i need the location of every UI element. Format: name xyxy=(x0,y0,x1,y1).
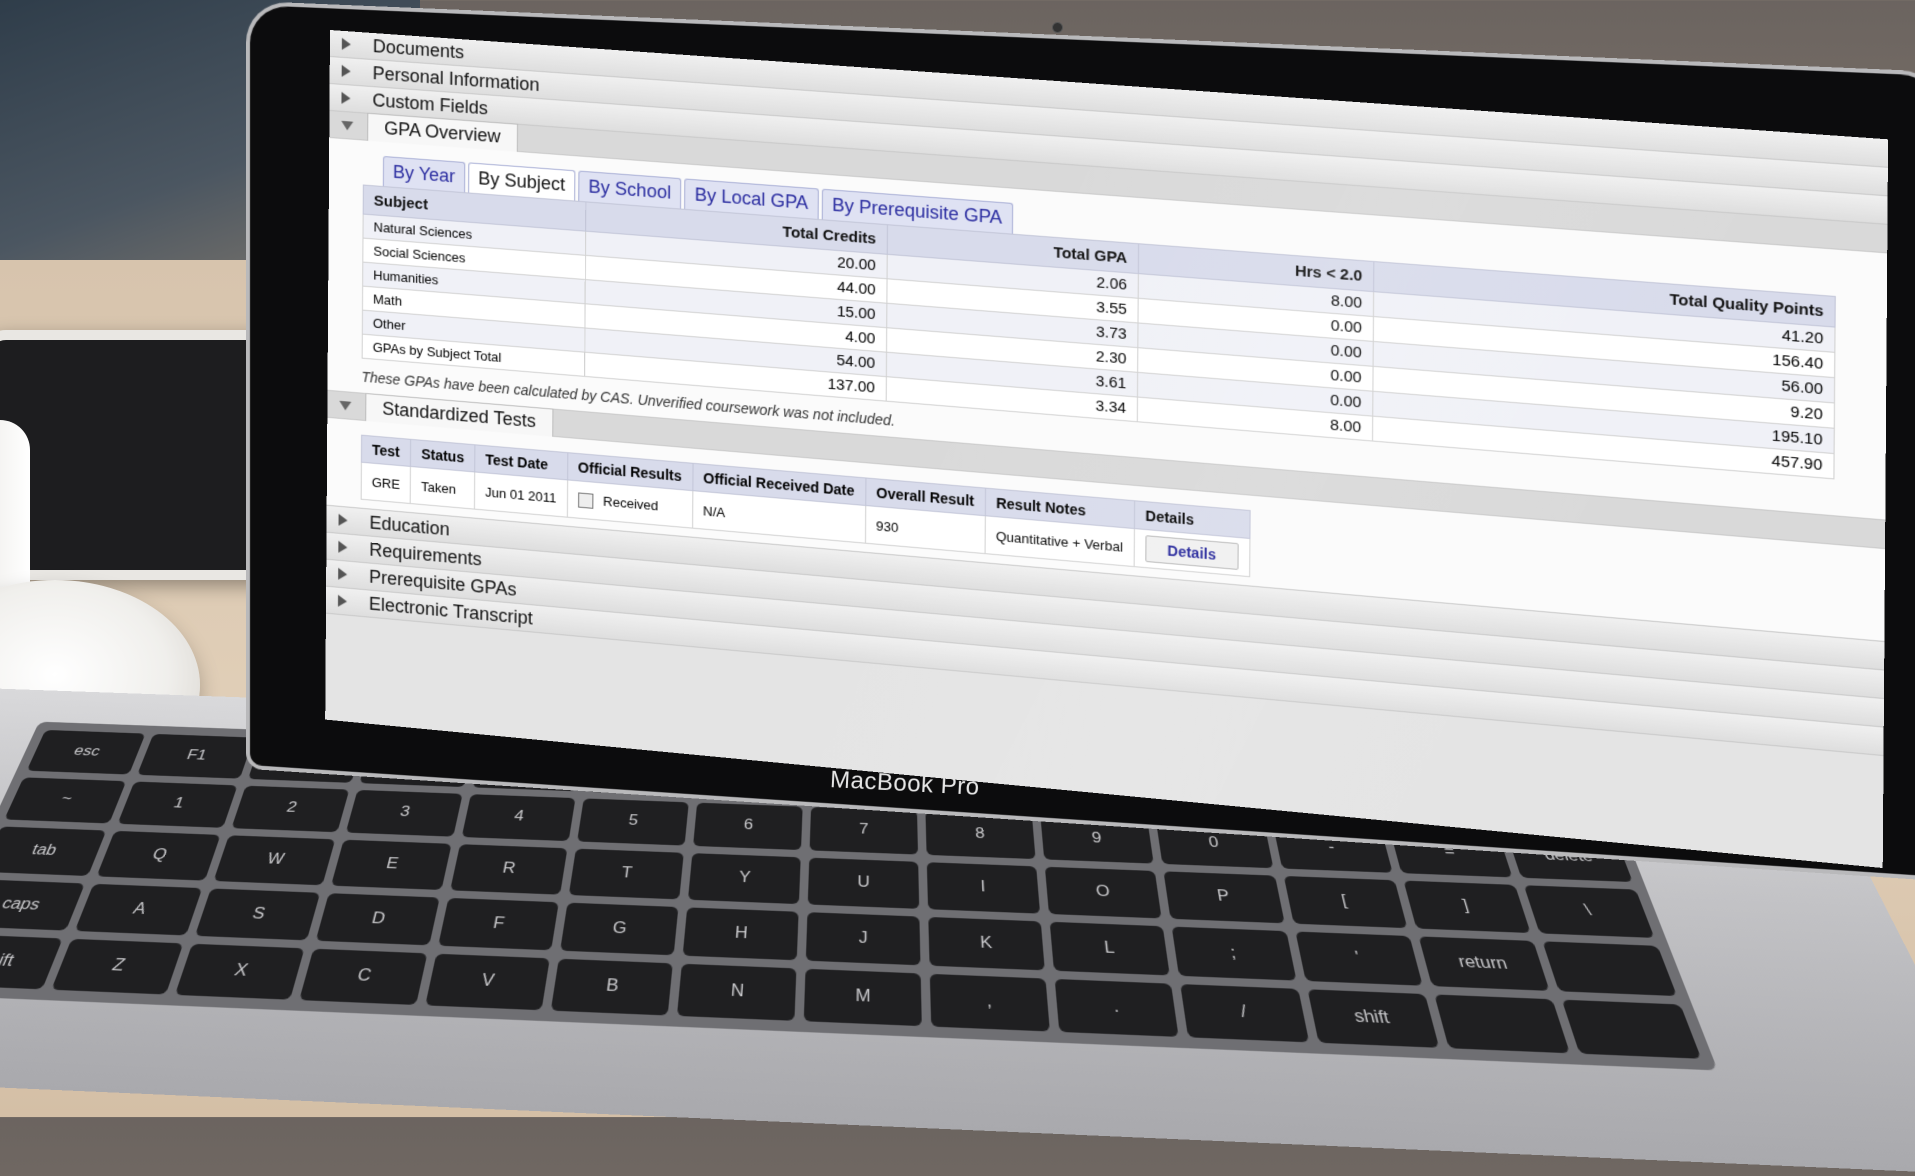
keyboard-key: Q xyxy=(96,831,221,881)
keyboard-key: shift xyxy=(1307,989,1439,1048)
keyboard-key: F xyxy=(437,897,559,951)
keyboard-key: P xyxy=(1163,871,1285,924)
keyboard-key: , xyxy=(929,974,1051,1032)
keyboard-key: caps xyxy=(0,878,86,931)
keyboard-key: tab xyxy=(0,826,107,876)
keyboard-key: H xyxy=(682,907,799,961)
keyboard-key: S xyxy=(195,888,321,941)
keyboard-key: esc xyxy=(26,729,146,775)
expand-caret-icon[interactable] xyxy=(338,513,348,527)
keyboard-key: 3 xyxy=(346,789,463,837)
keyboard-key: Z xyxy=(51,939,184,995)
expand-caret-icon[interactable] xyxy=(338,567,348,581)
expand-caret-icon[interactable] xyxy=(337,594,348,608)
keyboard-key: F1 xyxy=(137,733,255,779)
keyboard-key: ~ xyxy=(4,777,127,824)
keyboard-key: shift xyxy=(0,934,63,990)
application-window: Documents Personal Information Custom Fiel… xyxy=(325,30,1889,757)
camera-icon xyxy=(1052,22,1063,33)
keyboard-key: Y xyxy=(687,853,801,904)
keyboard-key: 8 xyxy=(925,810,1036,860)
keyboard-key: K xyxy=(928,916,1046,971)
keyboard-key: 1 xyxy=(117,781,238,829)
keyboard-key: [ xyxy=(1283,876,1408,928)
expand-caret-icon[interactable] xyxy=(341,91,351,105)
keyboard-key xyxy=(1542,941,1678,997)
keyboard-key: J xyxy=(805,911,921,966)
keyboard-key: ] xyxy=(1403,880,1531,933)
keyboard-key: X xyxy=(175,944,305,1000)
keyboard-key: V xyxy=(424,954,550,1011)
expand-caret-icon[interactable] xyxy=(338,540,348,554)
details-button[interactable]: Details xyxy=(1145,535,1239,570)
keyboard-key: 5 xyxy=(576,798,689,846)
table-cell: Jun 01 2011 xyxy=(474,471,568,518)
column-header: Test xyxy=(361,435,411,467)
keyboard-key: R xyxy=(449,844,568,895)
keyboard-key: ' xyxy=(1294,931,1423,987)
keyboard-key: U xyxy=(807,857,920,909)
keyboard-key: return xyxy=(1418,936,1550,992)
keyboard-key: ; xyxy=(1172,926,1297,981)
expand-caret-icon[interactable] xyxy=(341,37,351,51)
keyboard-key: \ xyxy=(1523,885,1655,938)
tab-by-year[interactable]: By Year xyxy=(382,155,466,193)
keyboard-key: N xyxy=(676,964,797,1021)
keyboard-key: M xyxy=(803,969,922,1027)
keyboard-key xyxy=(1434,994,1570,1054)
keyboard-key: A xyxy=(74,883,203,936)
section-label[interactable]: Education xyxy=(369,512,449,540)
section-label[interactable]: Documents xyxy=(373,36,464,64)
table-cell: GRE xyxy=(361,462,411,504)
checkbox-label: Received xyxy=(603,493,659,514)
keyboard-key: T xyxy=(568,848,684,900)
received-checkbox[interactable] xyxy=(577,492,593,509)
keyboard-key: . xyxy=(1055,979,1180,1037)
table-cell: Taken xyxy=(410,466,475,510)
keyboard-key xyxy=(1561,1000,1702,1059)
keyboard-key: W xyxy=(213,835,336,886)
keyboard-key: E xyxy=(331,839,452,890)
keyboard-key: I xyxy=(926,862,1041,914)
keyboard-key: C xyxy=(299,949,427,1005)
keyboard-key: D xyxy=(316,892,440,946)
keyboard-key: 7 xyxy=(809,806,919,855)
collapse-caret-icon[interactable] xyxy=(339,400,352,411)
keyboard-key: G xyxy=(559,902,679,956)
keyboard-key: O xyxy=(1045,866,1163,919)
keyboard-key: 4 xyxy=(461,793,576,842)
keyboard-key: 2 xyxy=(231,785,350,833)
keyboard-key: 6 xyxy=(692,802,803,851)
keyboard-key: / xyxy=(1180,984,1309,1043)
keyboard-key: B xyxy=(550,959,673,1016)
collapse-caret-icon[interactable] xyxy=(341,120,354,131)
keyboard-key: L xyxy=(1049,921,1171,976)
expand-caret-icon[interactable] xyxy=(341,64,351,78)
